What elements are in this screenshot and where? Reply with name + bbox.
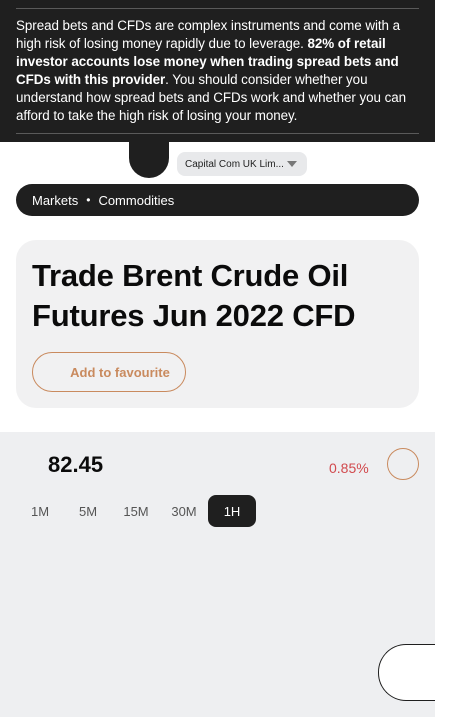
chat-widget-button[interactable] xyxy=(378,644,435,701)
timeframe-1h[interactable]: 1H xyxy=(208,495,256,527)
banner-toggle-tab[interactable] xyxy=(129,140,169,178)
price-chart-panel: 82.45 0.85% 1M 5M 15M 30M 1H xyxy=(0,432,435,717)
breadcrumb-item-commodities[interactable]: Commodities xyxy=(98,193,174,208)
timeframe-5m[interactable]: 5M xyxy=(64,495,112,527)
timeframe-15m[interactable]: 15M xyxy=(112,495,160,527)
entity-select[interactable]: Capital Com UK Lim... xyxy=(177,152,307,176)
divider xyxy=(16,8,419,9)
breadcrumb-item-markets[interactable]: Markets xyxy=(32,193,78,208)
page-title: Trade Brent Crude Oil Futures Jun 2022 C… xyxy=(32,258,356,333)
risk-warning-text: Spread bets and CFDs are complex instrum… xyxy=(16,17,419,125)
instrument-header-card: Trade Brent Crude Oil Futures Jun 2022 C… xyxy=(16,240,419,408)
timeframe-1m[interactable]: 1M xyxy=(16,495,64,527)
add-to-favourite-button[interactable]: Add to favourite xyxy=(32,352,186,392)
risk-warning-banner: Spread bets and CFDs are complex instrum… xyxy=(0,0,435,142)
price-change-percent: 0.85% xyxy=(329,460,369,476)
timeframe-selector: 1M 5M 15M 30M 1H xyxy=(16,495,256,527)
divider xyxy=(16,133,419,134)
breadcrumb: Markets • Commodities xyxy=(16,184,419,216)
chart-options-button[interactable] xyxy=(387,448,419,480)
chevron-down-icon xyxy=(287,161,297,167)
timeframe-30m[interactable]: 30M xyxy=(160,495,208,527)
current-price: 82.45 xyxy=(48,452,104,477)
entity-select-value: Capital Com UK Lim... xyxy=(185,158,284,170)
breadcrumb-separator: • xyxy=(86,193,91,207)
